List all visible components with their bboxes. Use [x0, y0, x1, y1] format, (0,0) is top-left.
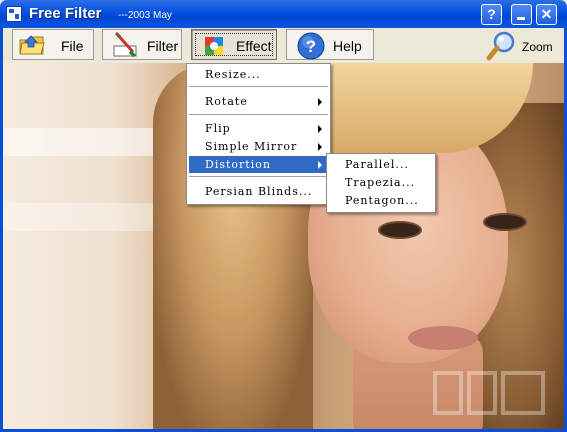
filter-button[interactable]: Filter: [102, 29, 182, 60]
window-title: Free Filter: [29, 5, 102, 22]
menu-item-label: Resize...: [205, 68, 261, 81]
menu-item-label: Distortion: [205, 158, 271, 171]
menu-item-flip[interactable]: Flip: [189, 120, 328, 137]
magnifier-icon[interactable]: [486, 31, 518, 61]
photo-eye-right: [483, 213, 527, 231]
menu-separator: [189, 176, 328, 178]
submenu-item-pentagon[interactable]: Pentagon...: [329, 192, 433, 209]
background-highlight: [3, 128, 173, 156]
menu-item-distortion[interactable]: Distortion: [189, 156, 328, 173]
menu-item-simple-mirror[interactable]: Simple Mirror: [189, 138, 328, 155]
photo-lips: [408, 326, 478, 350]
folder-icon: [19, 35, 45, 55]
file-label: File: [61, 38, 84, 54]
brush-icon: [113, 32, 137, 57]
menu-separator: [189, 114, 328, 116]
watermark-logo: [433, 371, 545, 415]
palette-icon: [205, 37, 223, 55]
zoom-label[interactable]: Zoom: [522, 40, 553, 54]
menu-item-resize[interactable]: Resize...: [189, 66, 328, 83]
submenu-item-label: Parallel...: [345, 158, 409, 171]
submenu-item-trapezia[interactable]: Trapezia...: [329, 174, 433, 191]
effect-button[interactable]: Effect: [191, 29, 277, 60]
submenu-arrow-icon: [318, 143, 322, 151]
photo-eye-left: [378, 221, 422, 239]
help-label: Help: [333, 38, 362, 54]
help-title-button[interactable]: ?: [481, 4, 502, 25]
minimize-button[interactable]: [511, 4, 532, 25]
file-button[interactable]: File: [12, 29, 94, 60]
background-highlight: [3, 203, 173, 231]
minimize-icon: [517, 17, 525, 20]
menu-item-label: Simple Mirror: [205, 140, 298, 153]
help-button[interactable]: ? Help: [286, 29, 374, 60]
effect-label: Effect: [236, 38, 272, 54]
svg-text:?: ?: [306, 37, 316, 56]
submenu-arrow-icon: [318, 98, 322, 106]
menu-item-label: Rotate: [205, 95, 248, 108]
title-bar[interactable]: Free Filter ---2003 May ? ✕: [0, 0, 567, 28]
app-icon[interactable]: [6, 6, 22, 22]
submenu-item-label: Trapezia...: [345, 176, 416, 189]
filter-label: Filter: [147, 38, 179, 54]
toolbar: File Filter Effect ? Help: [0, 28, 567, 63]
menu-item-persian-blinds[interactable]: Persian Blinds...: [189, 183, 328, 200]
submenu-arrow-icon: [318, 125, 322, 133]
window-subtitle: ---2003 May: [118, 10, 172, 21]
menu-item-rotate[interactable]: Rotate: [189, 93, 328, 110]
close-button[interactable]: ✕: [536, 4, 557, 25]
effect-menu: Resize... Rotate Flip Simple Mirror Dist…: [186, 63, 331, 205]
submenu-item-parallel[interactable]: Parallel...: [329, 156, 433, 173]
submenu-item-label: Pentagon...: [345, 194, 419, 207]
help-circle-icon: ?: [297, 32, 325, 60]
menu-item-label: Persian Blinds...: [205, 185, 313, 198]
menu-item-label: Flip: [205, 122, 231, 135]
submenu-arrow-icon: [318, 161, 322, 169]
menu-separator: [189, 86, 328, 88]
distortion-submenu: Parallel... Trapezia... Pentagon...: [326, 153, 436, 213]
